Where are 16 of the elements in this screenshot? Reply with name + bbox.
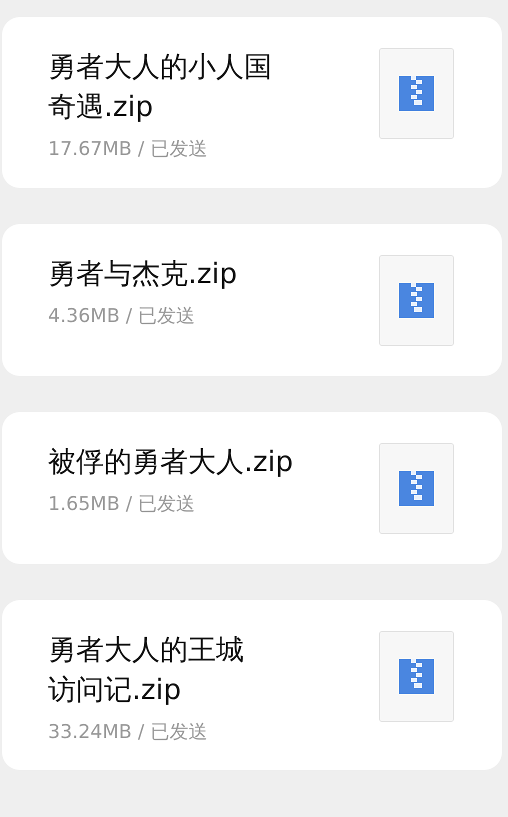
file-name: 勇者大人的小人国 奇遇.zip xyxy=(48,49,272,125)
zip-icon xyxy=(399,658,434,694)
file-card[interactable]: 勇者大人的王城 访问记.zip 33.24MB / 已发送 xyxy=(2,600,502,770)
file-status: 33.24MB / 已发送 xyxy=(48,720,208,744)
file-name: 勇者与杰克.zip xyxy=(48,256,238,292)
file-name: 勇者大人的王城 访问记.zip xyxy=(48,632,244,708)
file-card[interactable]: 勇者与杰克.zip 4.36MB / 已发送 xyxy=(2,224,502,376)
file-card[interactable]: 被俘的勇者大人.zip 1.65MB / 已发送 xyxy=(2,412,502,564)
zip-icon xyxy=(399,76,434,111)
file-status: 4.36MB / 已发送 xyxy=(48,304,196,328)
zip-icon xyxy=(399,470,434,506)
zip-icon xyxy=(399,282,434,318)
file-status: 1.65MB / 已发送 xyxy=(48,492,196,516)
file-card[interactable]: 勇者大人的小人国 奇遇.zip 17.67MB / 已发送 xyxy=(2,17,502,188)
file-name: 被俘的勇者大人.zip xyxy=(48,444,294,480)
file-status: 17.67MB / 已发送 xyxy=(48,137,208,162)
